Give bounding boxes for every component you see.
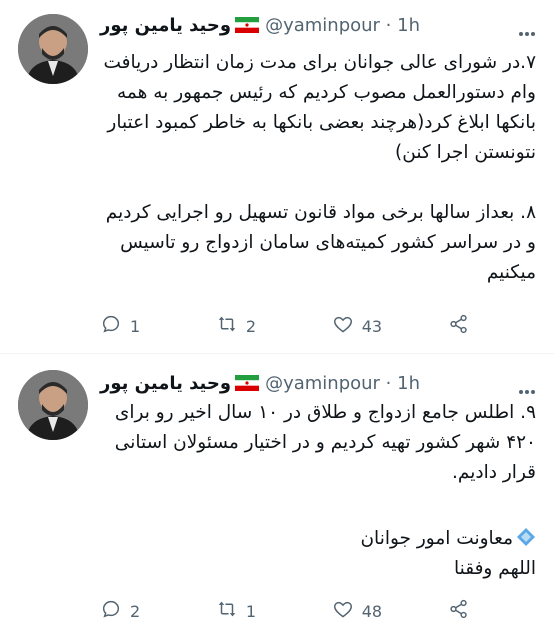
iran-flag-icon (235, 372, 260, 391)
tweet-1[interactable]: وحید یامین پور @yaminpour · 1h ۷.در شورای… (0, 0, 554, 354)
tweet-text: ۷.در شورای عالی جوانان برای مدت زمان انت… (103, 52, 536, 283)
like-count: 48 (361, 601, 383, 621)
tweet-time[interactable]: 1h (397, 373, 420, 394)
reply-button[interactable]: 2 (100, 598, 150, 624)
avatar[interactable] (18, 370, 88, 440)
blue-diamond-icon (516, 527, 536, 547)
more-dots-icon[interactable] (518, 22, 536, 36)
tweet-2[interactable]: وحید یامین پور @yaminpour · 1h ۹. اطلس جا… (0, 354, 554, 640)
tweet-header: وحید یامین پور @yaminpour · 1h (100, 370, 514, 398)
more-dots-icon[interactable] (518, 380, 536, 394)
like-count: 43 (361, 316, 383, 336)
reply-icon (100, 313, 122, 339)
tweet-actions: 2 1 48 (100, 598, 470, 624)
share-icon (448, 313, 470, 339)
like-button[interactable]: 43 (332, 313, 382, 339)
separator-dot: · (385, 15, 392, 36)
separator-dot: · (385, 373, 392, 394)
reply-count: 1 (130, 316, 141, 336)
retweet-icon (216, 598, 238, 624)
heart-icon (332, 598, 354, 624)
tweet-text: ۹. اطلس جامع ازدواج و طلاق در ۱۰ سال اخی… (108, 402, 536, 483)
reply-count: 2 (130, 601, 141, 621)
share-button[interactable] (448, 313, 470, 339)
reply-button[interactable]: 1 (100, 313, 150, 339)
closing-text: اللهم وفقنا (454, 558, 536, 579)
tweet-actions: 1 2 43 (100, 313, 470, 339)
retweet-button[interactable]: 2 (216, 313, 266, 339)
tweet-time[interactable]: 1h (397, 15, 420, 36)
reply-icon (100, 598, 122, 624)
retweet-count: 2 (245, 316, 257, 336)
tweet-signature-line: معاونت امور جوانان (100, 524, 536, 554)
author-name[interactable]: وحید یامین پور (100, 373, 231, 394)
retweet-icon (216, 313, 238, 339)
like-button[interactable]: 48 (332, 598, 382, 624)
iran-flag-icon (235, 14, 260, 33)
retweet-button[interactable]: 1 (216, 598, 266, 624)
share-icon (448, 598, 470, 624)
author-name[interactable]: وحید یامین پور (100, 15, 231, 36)
author-handle[interactable]: @yaminpour (265, 15, 380, 36)
signature-text: معاونت امور جوانان (360, 528, 513, 549)
share-button[interactable] (448, 598, 470, 624)
tweet-header: وحید یامین پور @yaminpour · 1h (100, 12, 514, 40)
author-handle[interactable]: @yaminpour (265, 373, 380, 394)
avatar[interactable] (18, 14, 88, 84)
retweet-count: 1 (245, 601, 257, 621)
heart-icon (332, 313, 354, 339)
